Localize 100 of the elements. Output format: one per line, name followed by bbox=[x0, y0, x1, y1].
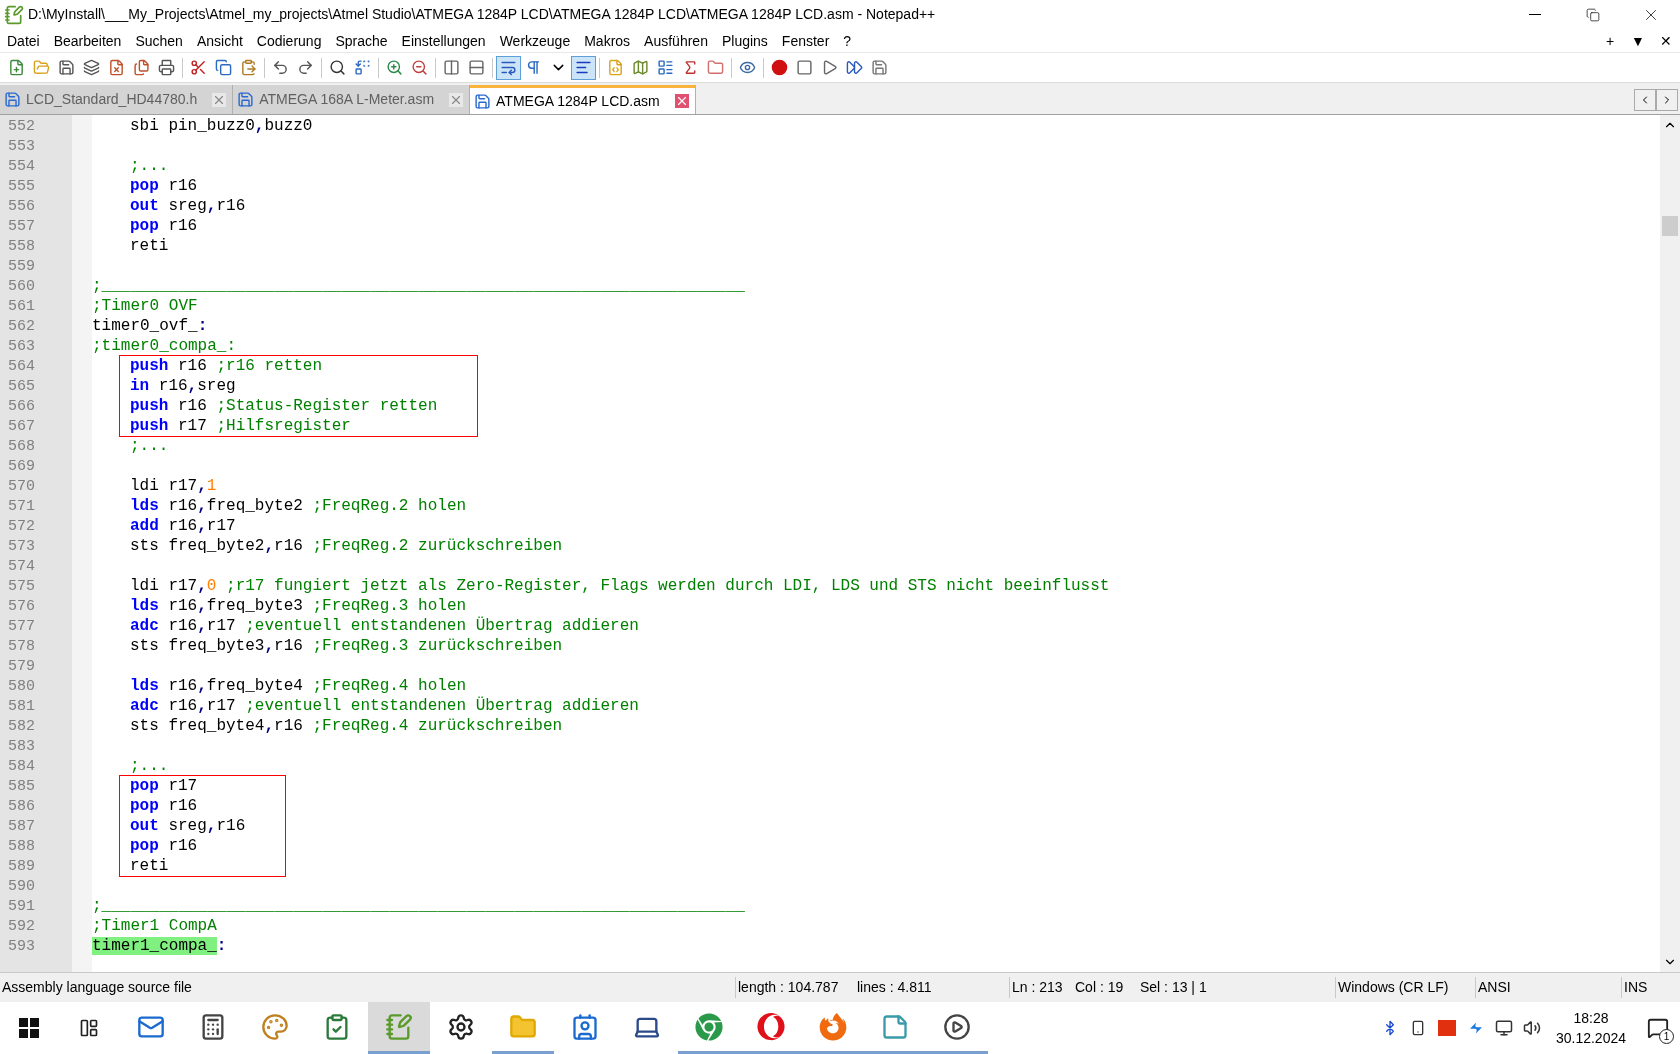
tab[interactable]: LCD_Standard_HD44780.h bbox=[0, 85, 234, 114]
scroll-left-button[interactable] bbox=[1634, 89, 1656, 111]
status-text: Ln : 213 bbox=[1009, 977, 1075, 998]
line-number: 589 bbox=[8, 858, 35, 875]
line-number: 553 bbox=[8, 138, 35, 155]
columns-icon bbox=[443, 59, 460, 76]
task-view-icon bbox=[79, 1018, 99, 1038]
clock-date: 30.12.2024 bbox=[1555, 1029, 1626, 1048]
play-circle-icon bbox=[943, 1012, 971, 1041]
volume-icon[interactable] bbox=[1522, 1019, 1541, 1037]
status-text: INS bbox=[1621, 977, 1648, 998]
menu-item[interactable]: Bearbeiten bbox=[46, 29, 129, 52]
restore-icon bbox=[1586, 7, 1600, 22]
line-number: 560 bbox=[8, 278, 35, 295]
eye-icon bbox=[739, 59, 756, 76]
menu-item[interactable]: Sprache bbox=[328, 29, 395, 52]
save-icon bbox=[237, 91, 255, 108]
scissors-icon bbox=[190, 59, 207, 76]
code-line: push r16 ;r16 retten bbox=[130, 357, 323, 375]
notification-button[interactable]: 1 bbox=[1636, 1002, 1680, 1054]
notepad-icon bbox=[4, 4, 24, 25]
line-number: 565 bbox=[8, 378, 35, 395]
menu-item[interactable]: Suchen bbox=[128, 29, 190, 52]
scroll-right-button[interactable] bbox=[1656, 89, 1678, 111]
toolbar-button[interactable] bbox=[571, 55, 596, 80]
menu-item[interactable]: ? bbox=[836, 29, 859, 52]
code-line: add r16,r17 bbox=[130, 516, 236, 536]
wrap-text-icon bbox=[500, 59, 517, 76]
menu-item[interactable]: Ausführen bbox=[637, 29, 715, 52]
code-line: ;... bbox=[130, 756, 169, 776]
stop-icon bbox=[796, 59, 813, 76]
menu-item[interactable]: Datei bbox=[0, 29, 47, 52]
close-icon bbox=[449, 92, 464, 107]
line-number: 569 bbox=[8, 458, 35, 475]
code-file-icon bbox=[607, 59, 624, 76]
open-folder-icon bbox=[33, 59, 50, 76]
tab[interactable]: ATMEGA 168A L-Meter.asm bbox=[233, 85, 471, 114]
code-line: reti bbox=[130, 236, 169, 256]
redo-icon bbox=[297, 59, 314, 76]
code-line: sbi pin_buzz0,buzz0 bbox=[130, 116, 313, 136]
line-number: 555 bbox=[8, 178, 35, 195]
code-line: ldi r17,0 ;r17 fungiert jetzt als Zero-Register, Flags werden durch LDI, LDS und STS nicht beeinflusst bbox=[130, 576, 1110, 596]
menu-item[interactable]: Werkzeuge bbox=[492, 29, 578, 52]
code-line: adc r16,r17 ;eventuell entstandenen Übertrag addieren bbox=[130, 696, 639, 716]
pilcrow-icon bbox=[525, 59, 542, 76]
status-text: length : 104.787 bbox=[735, 977, 857, 998]
code-line: lds r16,freq_byte4 ;FreqReg.4 holen bbox=[130, 676, 467, 696]
note-icon bbox=[881, 1012, 909, 1041]
line-number: 577 bbox=[8, 618, 35, 635]
code-line: ;Timer1 CompA bbox=[92, 916, 217, 936]
line-number: 564 bbox=[8, 358, 35, 375]
line-number: 568 bbox=[8, 438, 35, 455]
menu-item[interactable]: Ansicht bbox=[189, 29, 250, 52]
tray-app-icon[interactable] bbox=[1437, 1020, 1456, 1036]
code-line: push r17 ;Hilfsregister bbox=[130, 417, 351, 435]
menu-item[interactable]: Plugins bbox=[714, 29, 775, 52]
menu-item[interactable]: Einstellungen bbox=[394, 29, 493, 52]
line-number: 572 bbox=[8, 518, 35, 535]
scroll-thumb[interactable] bbox=[1662, 216, 1678, 236]
line-number: 586 bbox=[8, 798, 35, 815]
line-number: 570 bbox=[8, 478, 35, 495]
code-line: sts freq_byte3,r16 ;FreqReg.3 zurückschreiben bbox=[130, 636, 563, 656]
line-number: 552 bbox=[8, 118, 35, 135]
save-icon bbox=[871, 59, 888, 76]
save-icon bbox=[58, 59, 75, 76]
printer-icon bbox=[158, 59, 175, 76]
menu-item[interactable]: Fenster bbox=[774, 29, 837, 52]
paste-icon bbox=[240, 59, 257, 76]
status-text: ANSI bbox=[1475, 977, 1621, 998]
line-number: 567 bbox=[8, 418, 35, 435]
line-number: 582 bbox=[8, 718, 35, 735]
code-line: ldi r17,1 bbox=[130, 476, 217, 496]
menu-item[interactable]: ✕ bbox=[1652, 29, 1680, 52]
line-number: 583 bbox=[8, 738, 35, 755]
line-number: 556 bbox=[8, 198, 35, 215]
menu-item[interactable]: ▼ bbox=[1624, 29, 1652, 52]
line-number: 574 bbox=[8, 558, 35, 575]
menu-item[interactable]: Makros bbox=[577, 29, 638, 52]
code-line: lds r16,freq_byte3 ;FreqReg.3 holen bbox=[130, 596, 467, 616]
code-line: sts freq_byte2,r16 ;FreqReg.2 zurückschreiben bbox=[130, 536, 563, 556]
notification-count: 1 bbox=[1659, 1029, 1674, 1044]
status-text: Sel : 13 | 1 bbox=[1140, 978, 1208, 997]
line-number: 581 bbox=[8, 698, 35, 715]
close-icon bbox=[674, 94, 689, 108]
menu-item[interactable]: + bbox=[1596, 29, 1624, 52]
notification-icon bbox=[1647, 1017, 1669, 1039]
rows-icon bbox=[468, 59, 485, 76]
tab[interactable]: ATMEGA 1284P LCD.asm bbox=[470, 85, 696, 114]
play-icon bbox=[821, 59, 838, 76]
menu-item[interactable]: Codierung bbox=[249, 29, 329, 52]
code-line: ;___________________________________________________________________ bbox=[92, 896, 745, 916]
map-icon bbox=[632, 59, 649, 76]
search-icon bbox=[329, 59, 346, 76]
line-number: 566 bbox=[8, 398, 35, 415]
status-text: lines : 4.811 bbox=[857, 978, 933, 997]
line-number: 558 bbox=[8, 238, 35, 255]
line-number: 554 bbox=[8, 158, 35, 175]
line-number: 557 bbox=[8, 218, 35, 235]
toolbar-button[interactable] bbox=[496, 55, 521, 80]
network-icon[interactable] bbox=[1494, 1019, 1513, 1037]
